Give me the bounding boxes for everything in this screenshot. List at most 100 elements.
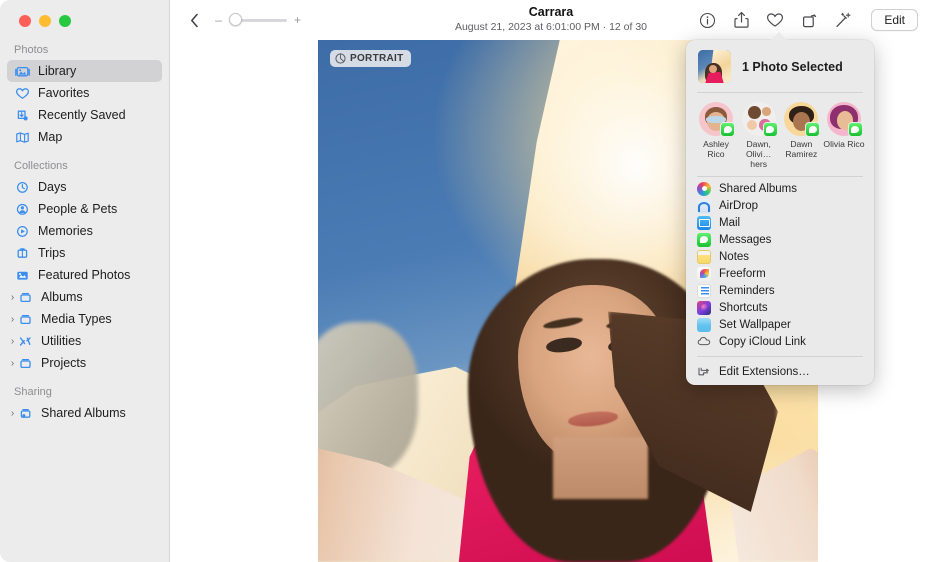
zoom-in-label[interactable]: + bbox=[293, 14, 302, 26]
notes-icon bbox=[697, 250, 711, 264]
featured-photos-icon bbox=[14, 268, 31, 283]
sidebar-item-featured-photos[interactable]: Featured Photos bbox=[7, 264, 162, 286]
info-icon[interactable] bbox=[697, 10, 717, 30]
toolbar: – + Carrara August 21, 2023 at 6:01:00 P… bbox=[170, 0, 932, 40]
contact-olivia-rico[interactable]: Olivia Rico bbox=[823, 102, 865, 169]
auto-enhance-icon[interactable] bbox=[833, 10, 853, 30]
contact-ashley-rico[interactable]: Ashley Rico bbox=[695, 102, 737, 169]
sidebar-item-label: Trips bbox=[38, 246, 65, 260]
back-button[interactable] bbox=[184, 9, 204, 31]
utilities-icon bbox=[17, 334, 34, 349]
sidebar-item-recently-saved[interactable]: Recently Saved bbox=[7, 104, 162, 126]
sidebar-item-memories[interactable]: Memories bbox=[7, 220, 162, 242]
photo-neck bbox=[553, 437, 648, 500]
suggested-contacts: Ashley Rico Dawn, Olivi…hers bbox=[686, 93, 874, 176]
icloud-icon bbox=[697, 335, 711, 349]
sidebar-item-label: Media Types bbox=[41, 312, 112, 326]
sidebar-item-media-types[interactable]: › Media Types bbox=[7, 308, 162, 330]
menu-item-label: Copy iCloud Link bbox=[719, 336, 806, 348]
freeform-icon bbox=[697, 267, 711, 281]
library-icon bbox=[14, 64, 31, 79]
sidebar-item-favorites[interactable]: Favorites bbox=[7, 82, 162, 104]
photos-app-window: Photos Library Favorites Recently Saved … bbox=[0, 0, 932, 562]
sidebar-item-people-and-pets[interactable]: People & Pets bbox=[7, 198, 162, 220]
sidebar-item-library[interactable]: Library bbox=[7, 60, 162, 82]
contact-name: Dawn Ramirez bbox=[785, 139, 817, 159]
mail-icon bbox=[697, 216, 711, 230]
portrait-badge[interactable]: PORTRAIT bbox=[330, 50, 411, 67]
menu-item-shared-albums[interactable]: Shared Albums bbox=[686, 180, 874, 197]
sidebar-item-shared-albums[interactable]: › Shared Albums bbox=[7, 402, 162, 424]
messages-icon bbox=[697, 233, 711, 247]
reminders-icon bbox=[697, 284, 711, 298]
toolbar-actions: Edit bbox=[697, 0, 918, 40]
menu-item-label: Shortcuts bbox=[719, 302, 768, 314]
recently-saved-icon bbox=[14, 108, 31, 123]
portrait-badge-label: PORTRAIT bbox=[350, 53, 404, 64]
menu-item-edit-extensions[interactable]: Edit Extensions… bbox=[686, 363, 874, 380]
share-icon[interactable] bbox=[731, 10, 751, 30]
sidebar-item-map[interactable]: Map bbox=[7, 126, 162, 148]
menu-item-airdrop[interactable]: AirDrop bbox=[686, 197, 874, 214]
sidebar-item-label: Days bbox=[38, 180, 66, 194]
menu-item-label: Mail bbox=[719, 217, 740, 229]
memories-icon bbox=[14, 224, 31, 239]
sidebar-item-utilities[interactable]: › Utilities bbox=[7, 330, 162, 352]
map-icon bbox=[14, 130, 31, 145]
sidebar-item-label: Favorites bbox=[38, 86, 89, 100]
contact-dawn-ramirez[interactable]: Dawn Ramirez bbox=[780, 102, 822, 169]
sidebar-item-label: Library bbox=[38, 64, 76, 78]
sidebar-item-label: Albums bbox=[41, 290, 83, 304]
menu-separator bbox=[697, 356, 863, 357]
sidebar-item-label: People & Pets bbox=[38, 202, 117, 216]
zoom-slider[interactable] bbox=[229, 13, 287, 27]
sidebar-item-label: Projects bbox=[41, 356, 86, 370]
favorite-heart-icon[interactable] bbox=[765, 10, 785, 30]
minimize-button[interactable] bbox=[39, 15, 51, 27]
sidebar-item-trips[interactable]: Trips bbox=[7, 242, 162, 264]
aperture-icon bbox=[335, 53, 346, 64]
messages-badge bbox=[848, 122, 863, 137]
menu-item-messages[interactable]: Messages bbox=[686, 231, 874, 248]
contact-name: Olivia Rico bbox=[823, 139, 864, 149]
menu-item-set-wallpaper[interactable]: Set Wallpaper bbox=[686, 316, 874, 333]
menu-item-label: Freeform bbox=[719, 268, 766, 280]
album-icon bbox=[17, 356, 34, 371]
clock-icon bbox=[14, 180, 31, 195]
menu-item-label: Set Wallpaper bbox=[719, 319, 791, 331]
menu-item-shortcuts[interactable]: Shortcuts bbox=[686, 299, 874, 316]
sidebar-item-label: Featured Photos bbox=[38, 268, 130, 282]
menu-item-mail[interactable]: Mail bbox=[686, 214, 874, 231]
contact-dawn-olivia-others[interactable]: Dawn, Olivi…hers bbox=[738, 102, 780, 169]
messages-badge bbox=[805, 122, 820, 137]
album-icon bbox=[17, 290, 34, 305]
heart-icon bbox=[14, 86, 31, 101]
sidebar-item-days[interactable]: Days bbox=[7, 176, 162, 198]
menu-item-label: Notes bbox=[719, 251, 749, 263]
sidebar-item-projects[interactable]: › Projects bbox=[7, 352, 162, 374]
messages-badge bbox=[763, 122, 778, 137]
menu-item-freeform[interactable]: Freeform bbox=[686, 265, 874, 282]
wallpaper-icon bbox=[697, 318, 711, 332]
sidebar-item-label: Shared Albums bbox=[41, 406, 126, 420]
contact-name: Dawn, Olivi…hers bbox=[738, 139, 780, 169]
trips-icon bbox=[14, 246, 31, 261]
menu-item-notes[interactable]: Notes bbox=[686, 248, 874, 265]
menu-item-label: Edit Extensions… bbox=[719, 366, 810, 378]
edit-button[interactable]: Edit bbox=[871, 9, 918, 31]
menu-item-reminders[interactable]: Reminders bbox=[686, 282, 874, 299]
zoom-button[interactable] bbox=[59, 15, 71, 27]
zoom-slider-knob[interactable] bbox=[229, 13, 242, 26]
rotate-icon[interactable] bbox=[799, 10, 819, 30]
sidebar: Photos Library Favorites Recently Saved … bbox=[0, 0, 170, 562]
zoom-out-label[interactable]: – bbox=[214, 14, 223, 26]
person-icon bbox=[14, 202, 31, 217]
sidebar-item-label: Recently Saved bbox=[38, 108, 126, 122]
sidebar-item-albums[interactable]: › Albums bbox=[7, 286, 162, 308]
zoom-slider-control[interactable]: – + bbox=[214, 13, 302, 27]
sidebar-header-collections: Collections bbox=[0, 148, 169, 176]
menu-item-copy-icloud-link[interactable]: Copy iCloud Link bbox=[686, 333, 874, 350]
sidebar-header-sharing: Sharing bbox=[0, 374, 169, 402]
close-button[interactable] bbox=[19, 15, 31, 27]
messages-badge bbox=[720, 122, 735, 137]
